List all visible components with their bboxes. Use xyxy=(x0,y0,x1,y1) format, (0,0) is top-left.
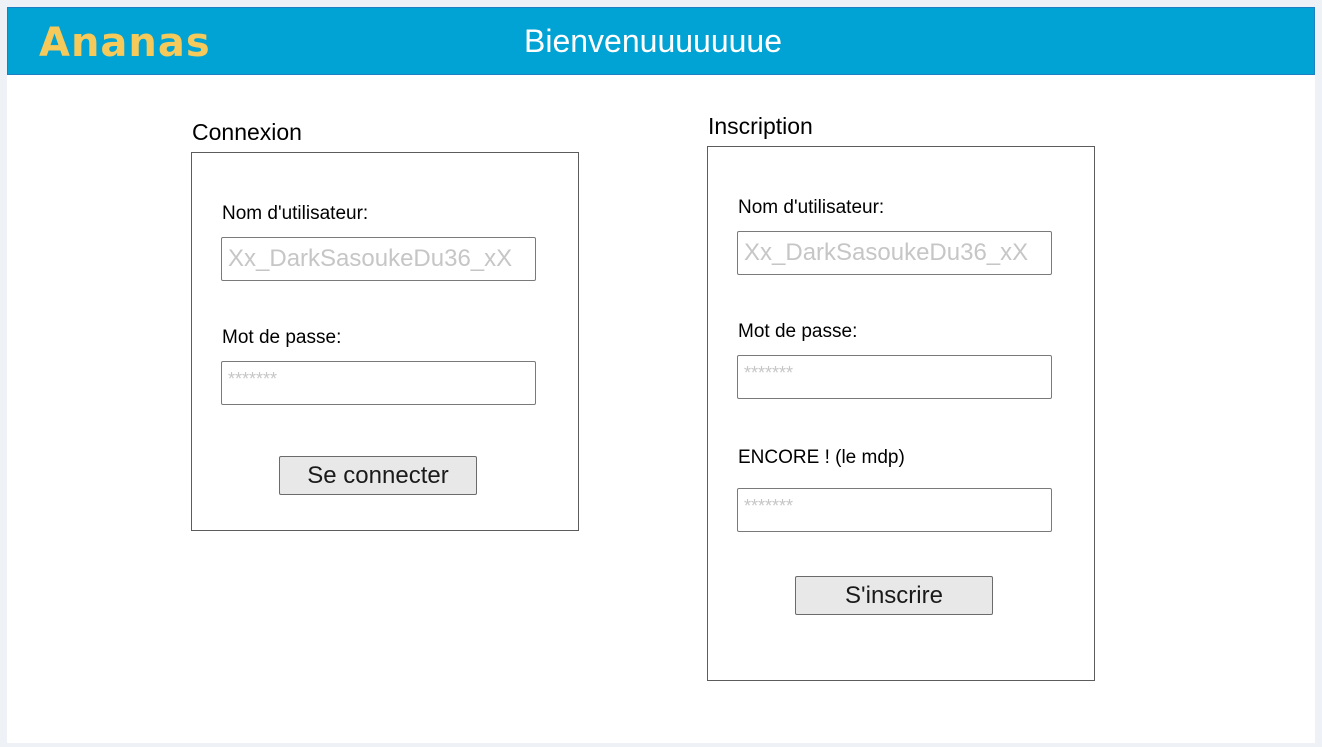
signup-username-input[interactable] xyxy=(737,231,1052,275)
signup-section-title: Inscription xyxy=(708,113,813,139)
app-logo[interactable]: Ananas xyxy=(39,18,211,68)
login-panel: Nom d'utilisateur: Mot de passe: Se conn… xyxy=(191,152,579,531)
login-button[interactable]: Se connecter xyxy=(279,456,477,495)
page: Ananas Bienvenuuuuuuue Connexion Nom d'u… xyxy=(7,7,1315,743)
login-username-label: Nom d'utilisateur: xyxy=(222,203,369,224)
header-bar: Ananas Bienvenuuuuuuue xyxy=(7,7,1315,75)
signup-username-label: Nom d'utilisateur: xyxy=(738,197,885,218)
welcome-title: Bienvenuuuuuuue xyxy=(524,23,783,59)
login-password-input[interactable] xyxy=(221,361,536,405)
signup-password-input[interactable] xyxy=(737,355,1052,399)
signup-password-label: Mot de passe: xyxy=(738,321,858,342)
signup-confirm-label: ENCORE ! (le mdp) xyxy=(738,447,905,468)
signup-button[interactable]: S'inscrire xyxy=(795,576,993,615)
signup-panel: Nom d'utilisateur: Mot de passe: ENCORE … xyxy=(707,146,1095,681)
signup-confirm-password-input[interactable] xyxy=(737,488,1052,532)
login-username-input[interactable] xyxy=(221,237,536,281)
login-password-label: Mot de passe: xyxy=(222,327,342,348)
login-section-title: Connexion xyxy=(192,119,302,145)
